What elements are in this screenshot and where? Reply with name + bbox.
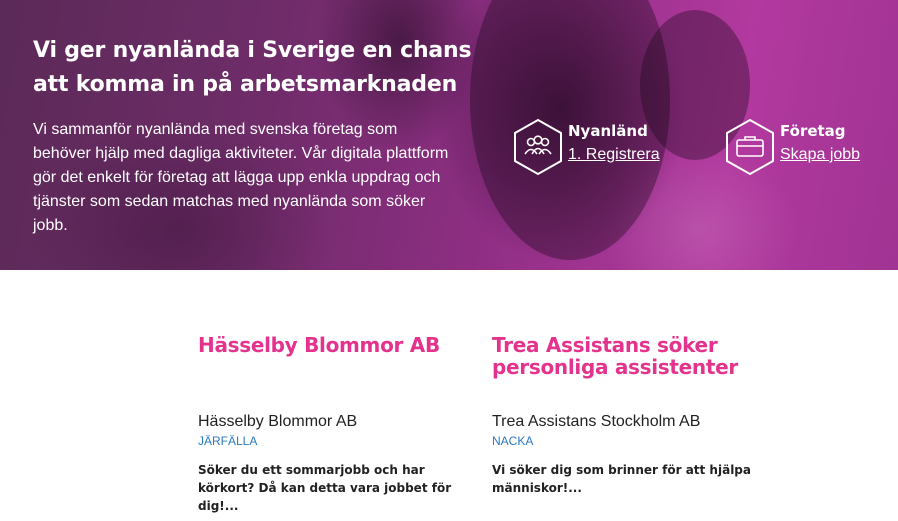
hero-title: Vi ger nyanlända i Sverige en chans att …	[33, 38, 472, 97]
register-link[interactable]: 1. Registrera	[568, 146, 660, 163]
job-company: Trea Assistans Stockholm AB	[492, 413, 701, 430]
hero-banner: Vi ger nyanlända i Sverige en chans att …	[0, 0, 898, 270]
hero-description: Vi sammanför nyanlända med svenska föret…	[33, 121, 449, 234]
job-title[interactable]: Hässelby Blommor AB	[198, 334, 468, 402]
job-company: Hässelby Blommor AB	[198, 413, 358, 430]
job-location: NACKA	[492, 434, 534, 448]
briefcase-icon	[726, 118, 774, 176]
job-description: Vi söker dig som brinner för att hjälpa …	[492, 463, 751, 495]
job-card[interactable]: Trea Assistans söker personliga assisten…	[492, 334, 762, 497]
job-title[interactable]: Trea Assistans söker personliga assisten…	[492, 334, 762, 402]
cta-foretag-title: Företag	[780, 122, 846, 140]
cta-foretag[interactable]: Företag Skapa jobb	[724, 118, 884, 178]
job-description: Söker du ett sommarjobb och har körkort?…	[198, 463, 452, 513]
cta-nyanland-title: Nyanländ	[568, 122, 648, 140]
cta-nyanland[interactable]: Nyanländ 1. Registrera	[512, 118, 682, 178]
job-card[interactable]: Hässelby Blommor AB Hässelby Blommor AB …	[198, 334, 468, 515]
create-job-link[interactable]: Skapa jobb	[780, 146, 860, 163]
job-location: JÄRFÄLLA	[198, 434, 258, 448]
people-icon	[514, 118, 562, 176]
